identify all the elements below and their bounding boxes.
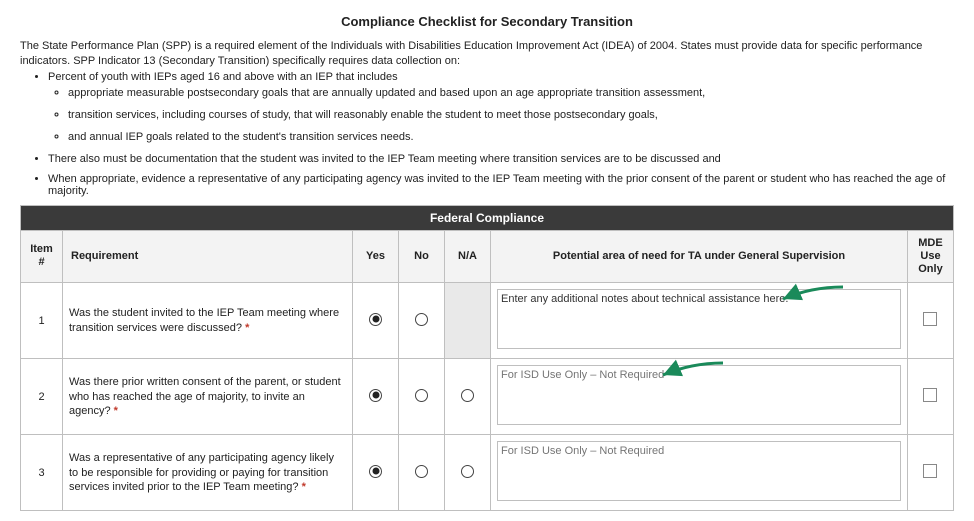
na-cell-disabled xyxy=(445,283,491,359)
required-icon: * xyxy=(245,322,249,334)
col-yes: Yes xyxy=(353,230,399,283)
table-row: 2 Was there prior written consent of the… xyxy=(21,359,954,435)
col-na: N/A xyxy=(445,230,491,283)
yes-radio[interactable] xyxy=(369,389,382,402)
ta-notes-textarea[interactable] xyxy=(497,289,901,349)
requirement-text: Was a representative of any participatin… xyxy=(63,435,353,511)
table-row: 3 Was a representative of any participat… xyxy=(21,435,954,511)
mde-checkbox[interactable] xyxy=(923,464,937,478)
col-requirement: Requirement xyxy=(63,230,353,283)
no-radio[interactable] xyxy=(415,389,428,402)
page-title: Compliance Checklist for Secondary Trans… xyxy=(20,14,954,29)
item-number: 3 xyxy=(21,435,63,511)
bullet-documentation: There also must be documentation that th… xyxy=(48,153,954,165)
mde-checkbox[interactable] xyxy=(923,388,937,402)
ta-notes-textarea[interactable] xyxy=(497,365,901,425)
na-radio[interactable] xyxy=(461,465,474,478)
intro-bullets-lvl2: appropriate measurable postsecondary goa… xyxy=(68,87,954,143)
requirement-text: Was the student invited to the IEP Team … xyxy=(63,283,353,359)
item-number: 2 xyxy=(21,359,63,435)
bullet-agency-invite: When appropriate, evidence a representat… xyxy=(48,173,954,197)
bullet-annual-iep-goals: and annual IEP goals related to the stud… xyxy=(68,131,954,143)
bullet-measurable-goals: appropriate measurable postsecondary goa… xyxy=(68,87,954,99)
yes-radio[interactable] xyxy=(369,465,382,478)
requirement-text: Was there prior written consent of the p… xyxy=(63,359,353,435)
required-icon: * xyxy=(114,405,118,417)
mde-checkbox[interactable] xyxy=(923,312,937,326)
col-ta: Potential area of need for TA under Gene… xyxy=(491,230,908,283)
table-row: 1 Was the student invited to the IEP Tea… xyxy=(21,283,954,359)
intro-paragraph: The State Performance Plan (SPP) is a re… xyxy=(20,39,954,69)
ta-notes-textarea[interactable] xyxy=(497,441,901,501)
item-number: 1 xyxy=(21,283,63,359)
compliance-table: Federal Compliance Item # Requirement Ye… xyxy=(20,205,954,512)
yes-radio[interactable] xyxy=(369,313,382,326)
col-mde: MDE Use Only xyxy=(907,230,953,283)
no-radio[interactable] xyxy=(415,465,428,478)
column-header-row: Item # Requirement Yes No N/A Potential … xyxy=(21,230,954,283)
col-no: No xyxy=(399,230,445,283)
section-header-row: Federal Compliance xyxy=(21,205,954,230)
no-radio[interactable] xyxy=(415,313,428,326)
required-icon: * xyxy=(302,481,306,493)
bullet-iep-includes: Percent of youth with IEPs aged 16 and a… xyxy=(48,71,954,143)
bullet-transition-services: transition services, including courses o… xyxy=(68,109,954,121)
section-header-label: Federal Compliance xyxy=(21,205,954,230)
intro-bullets-lvl1: Percent of youth with IEPs aged 16 and a… xyxy=(48,71,954,197)
col-item-number: Item # xyxy=(21,230,63,283)
na-radio[interactable] xyxy=(461,389,474,402)
